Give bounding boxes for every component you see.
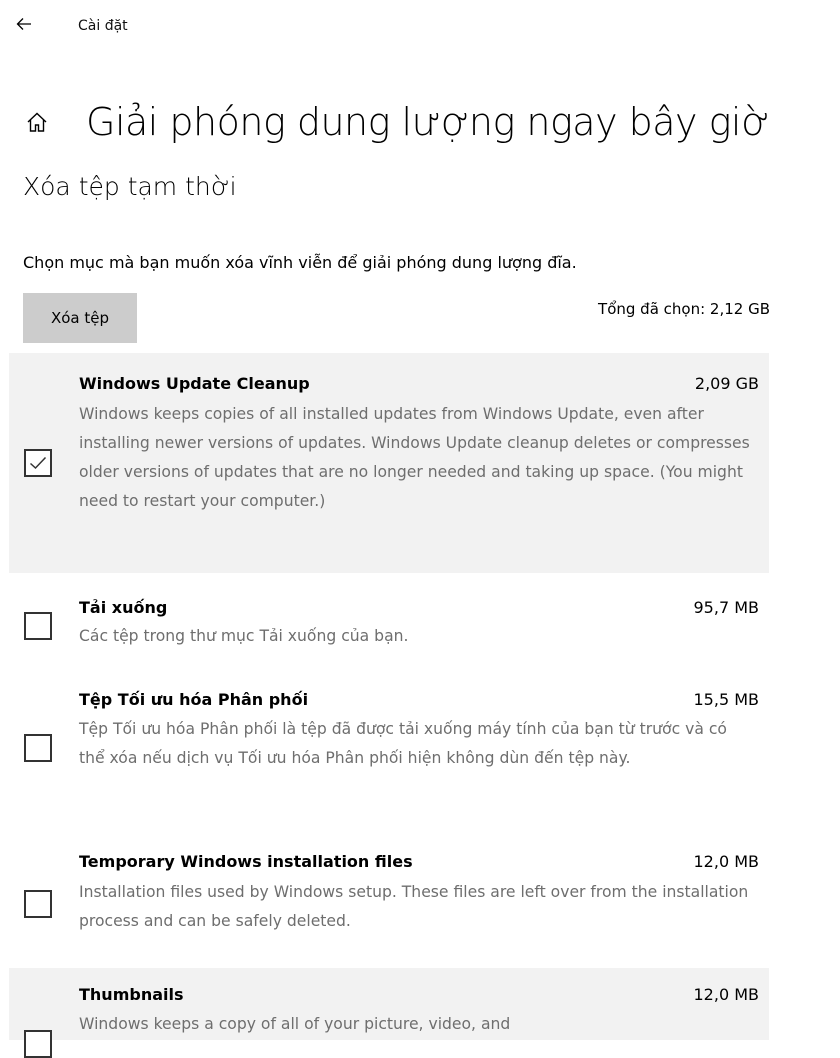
arrow-left-icon <box>16 18 31 30</box>
item-checkbox[interactable] <box>24 1030 52 1058</box>
item-checkbox[interactable] <box>24 612 52 640</box>
cleanup-item-temp-install-files[interactable]: Temporary Windows installation files 12,… <box>9 848 769 948</box>
item-name: Thumbnails <box>79 985 184 1004</box>
cleanup-item-thumbnails[interactable]: Thumbnails 12,0 MB Windows keeps a copy … <box>9 968 769 1058</box>
item-size: 12,0 MB <box>693 985 760 1004</box>
item-checkbox[interactable] <box>24 449 52 477</box>
section-title: Xóa tệp tạm thời <box>23 172 237 201</box>
page-title: Giải phóng dung lượng ngay bây giờ <box>86 100 770 144</box>
back-button[interactable] <box>8 8 40 40</box>
item-checkbox[interactable] <box>24 734 52 762</box>
item-size: 95,7 MB <box>693 598 760 617</box>
item-description: Tệp Tối ưu hóa Phân phối là tệp đã được … <box>79 720 727 767</box>
instruction-text: Chọn mục mà bạn muốn xóa vĩnh viễn để gi… <box>23 253 577 272</box>
item-description: Installation files used by Windows setup… <box>79 883 749 930</box>
item-name: Temporary Windows installation files <box>79 852 413 871</box>
title-bar: Cài đặt <box>0 0 840 52</box>
delete-files-button[interactable]: Xóa tệp <box>23 293 137 343</box>
cleanup-item-windows-update[interactable]: Windows Update Cleanup 2,09 GB Windows k… <box>9 353 769 573</box>
checkmark-icon <box>29 456 47 470</box>
page-header: Giải phóng dung lượng ngay bây giờ <box>26 92 770 152</box>
item-checkbox[interactable] <box>24 890 52 918</box>
item-size: 12,0 MB <box>693 852 760 871</box>
item-description: Windows keeps a copy of all of your pict… <box>79 1015 511 1033</box>
cleanup-item-delivery-optimization[interactable]: Tệp Tối ưu hóa Phân phối 15,5 MB Tệp Tối… <box>9 690 769 820</box>
item-name: Windows Update Cleanup <box>79 374 310 393</box>
item-name: Tệp Tối ưu hóa Phân phối <box>79 690 309 709</box>
total-selected-label: Tổng đã chọn: 2,12 GB <box>598 300 770 318</box>
item-size: 15,5 MB <box>693 690 760 709</box>
item-description: Các tệp trong thư mục Tải xuống của bạn. <box>79 627 409 645</box>
cleanup-item-downloads[interactable]: Tải xuống 95,7 MB Các tệp trong thư mục … <box>9 590 769 660</box>
item-description: Windows keeps copies of all installed up… <box>79 405 750 510</box>
home-icon[interactable] <box>26 107 56 137</box>
item-size: 2,09 GB <box>694 374 759 393</box>
item-name: Tải xuống <box>79 598 168 617</box>
app-title: Cài đặt <box>78 18 128 34</box>
